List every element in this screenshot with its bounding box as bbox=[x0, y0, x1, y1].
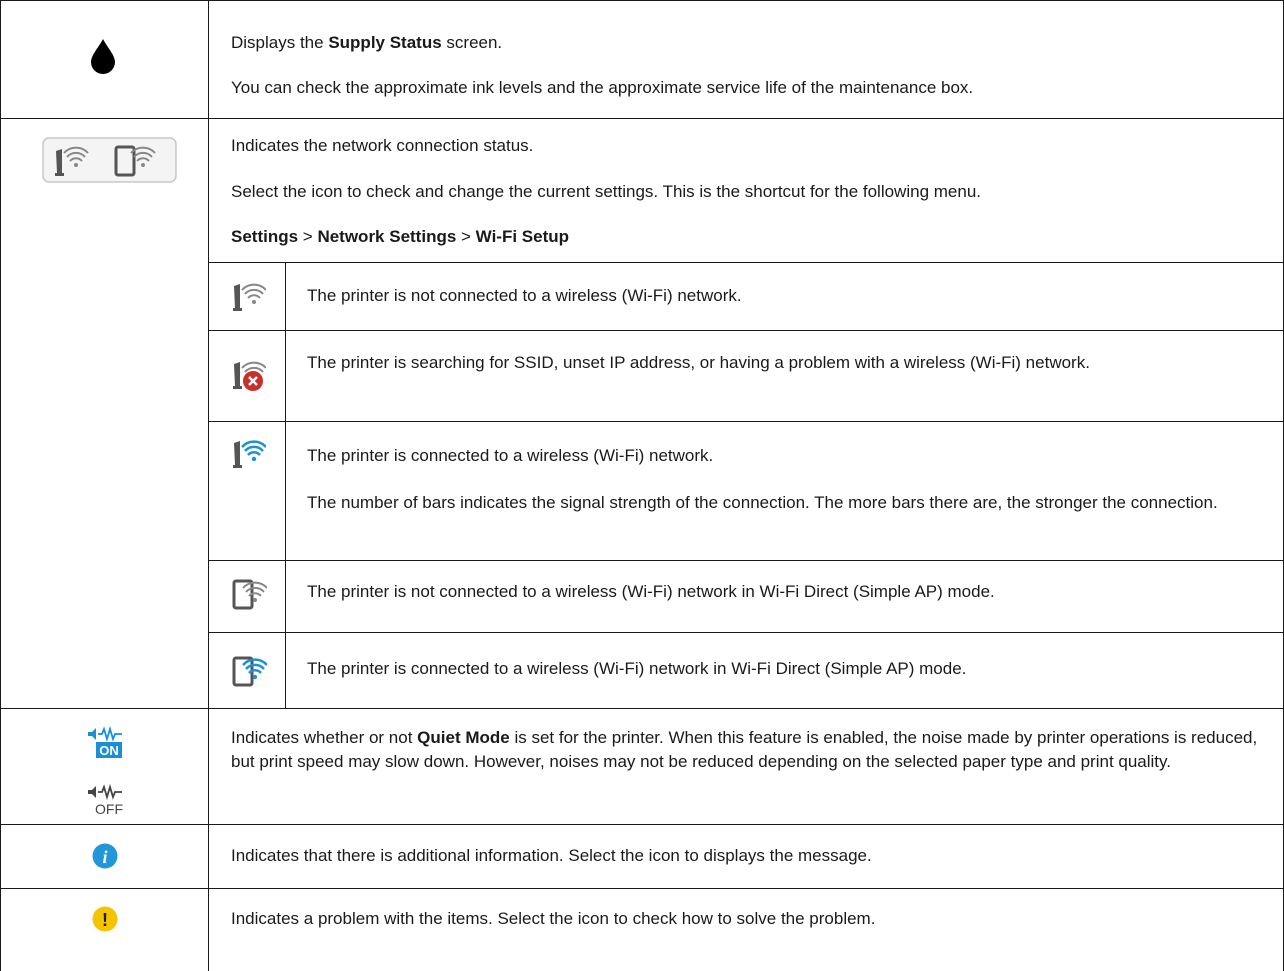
quiet-text-pre: Indicates whether or not bbox=[231, 728, 418, 747]
supply-text-post: screen. bbox=[441, 33, 503, 52]
supply-status-term: Supply Status bbox=[328, 33, 442, 52]
wifi-error-icon bbox=[230, 356, 266, 392]
quiet-mode-description: Indicates whether or not Quiet Mode is s… bbox=[231, 726, 1271, 774]
wifi-not-connected-icon bbox=[230, 278, 266, 314]
supply-status-detail: You can check the approximate ink levels… bbox=[231, 78, 974, 97]
row-divider bbox=[0, 824, 1284, 825]
subrow-divider bbox=[208, 330, 1284, 331]
row-divider bbox=[0, 708, 1284, 709]
table-left-border bbox=[0, 0, 1, 971]
network-status-description: Indicates the network connection status. bbox=[231, 136, 534, 155]
wifi-connected-icon bbox=[230, 435, 266, 471]
wifi-direct-connected-text: The printer is connected to a wireless (… bbox=[307, 659, 967, 678]
path-separator: > bbox=[456, 227, 476, 246]
quiet-mode-term: Quiet Mode bbox=[417, 728, 510, 747]
wifi-direct-not-connected-icon bbox=[231, 576, 267, 612]
network-shortcut-description: Select the icon to check and change the … bbox=[231, 182, 981, 201]
wifi-direct-not-connected-text: The printer is not connected to a wirele… bbox=[307, 582, 995, 601]
subrow-divider bbox=[208, 632, 1284, 633]
warning-description: Indicates a problem with the items. Sele… bbox=[231, 909, 876, 928]
wifi-not-connected-text: The printer is not connected to a wirele… bbox=[307, 286, 742, 305]
wifi-direct-connected-icon bbox=[231, 653, 267, 689]
supply-text-pre: Displays the bbox=[231, 33, 329, 52]
warning-glyph: ! bbox=[102, 910, 108, 930]
path-wifi-setup: Wi-Fi Setup bbox=[475, 227, 570, 246]
subrow-divider bbox=[208, 560, 1284, 561]
subrow-divider bbox=[208, 421, 1284, 422]
quiet-on-label: ON bbox=[99, 743, 119, 758]
info-glyph: i bbox=[102, 847, 107, 867]
row-divider bbox=[0, 888, 1284, 889]
quiet-mode-on-icon: ON bbox=[86, 726, 124, 760]
quiet-mode-off-icon: OFF bbox=[86, 784, 124, 818]
path-separator: > bbox=[298, 227, 318, 246]
supply-status-description: Displays the Supply Status screen. bbox=[231, 31, 502, 55]
wifi-connected-text: The printer is connected to a wireless (… bbox=[307, 446, 714, 465]
warning-icon: ! bbox=[92, 906, 118, 932]
subrow-divider bbox=[208, 262, 1284, 263]
table-column-divider bbox=[208, 0, 209, 971]
quiet-off-label: OFF bbox=[95, 801, 123, 817]
row-divider bbox=[0, 118, 1284, 119]
network-status-icons bbox=[42, 137, 177, 183]
path-network-settings: Network Settings bbox=[317, 227, 457, 246]
info-icon: i bbox=[92, 843, 118, 869]
wifi-signal-strength-text: The number of bars indicates the signal … bbox=[307, 493, 1218, 512]
info-description: Indicates that there is additional infor… bbox=[231, 846, 872, 865]
subtable-column-divider bbox=[285, 262, 286, 708]
path-settings: Settings bbox=[231, 227, 299, 246]
table-top-border bbox=[0, 0, 1284, 1]
ink-drop-icon bbox=[90, 38, 116, 74]
wifi-error-text: The printer is searching for SSID, unset… bbox=[307, 353, 1090, 372]
settings-menu-path: Settings > Network Settings > Wi-Fi Setu… bbox=[231, 225, 569, 249]
